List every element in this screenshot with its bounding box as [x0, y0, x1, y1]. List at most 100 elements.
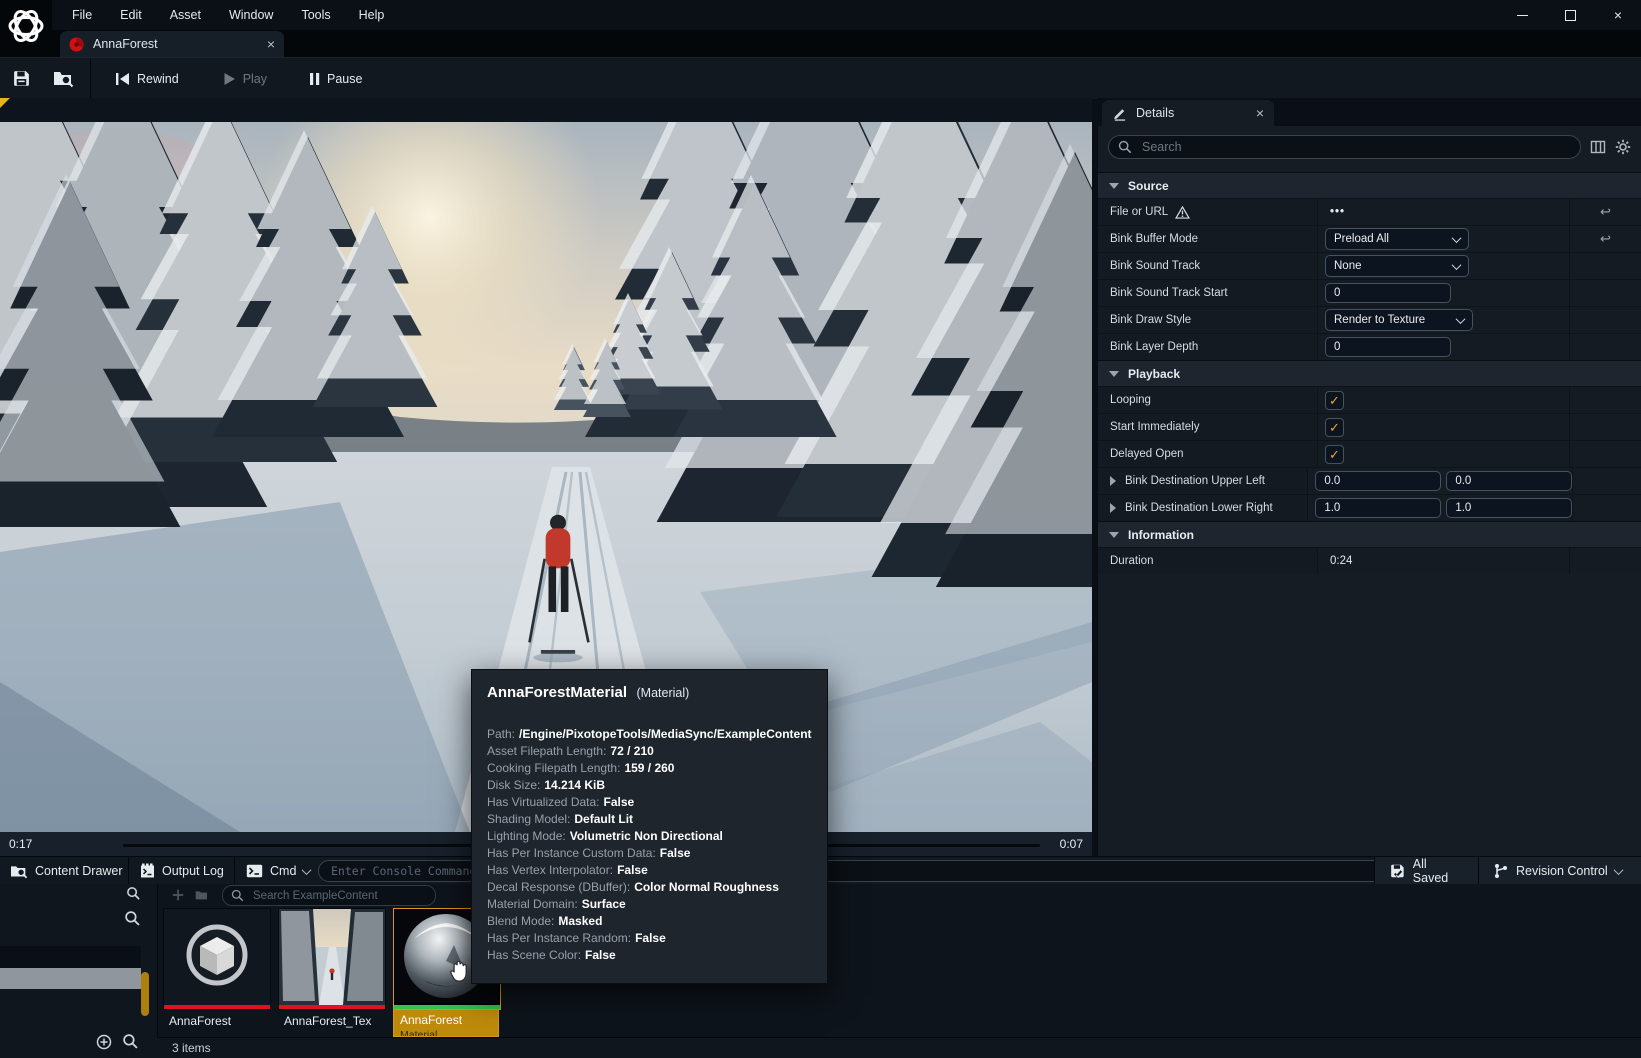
collapse-arrow-icon [1109, 183, 1119, 189]
content-browser-top-bar [157, 884, 1641, 906]
cmd-button[interactable]: Cmd [246, 857, 310, 885]
section-source[interactable]: Source [1098, 172, 1641, 198]
rewind-icon [115, 72, 130, 86]
tooltip-field: Has Scene Color:False [487, 947, 827, 964]
row-label: Bink Sound Track Start [1110, 287, 1228, 299]
row-label: Delayed Open [1110, 448, 1184, 460]
remaining-time: 0:07 [1060, 837, 1083, 851]
row-delayed-open: Delayed Open ✓ [1098, 440, 1641, 467]
section-playback[interactable]: Playback [1098, 360, 1641, 386]
browse-to-asset-button[interactable] [41, 58, 86, 99]
maximize-icon[interactable] [1561, 6, 1579, 24]
row-label: Start Immediately [1110, 421, 1199, 433]
tooltip-field: Has Vertex Interpolator:False [487, 862, 827, 879]
folder-search-icon [53, 69, 74, 88]
sound-track-dropdown[interactable]: None [1325, 255, 1469, 277]
folder-icon[interactable] [195, 888, 209, 902]
pause-icon [309, 72, 320, 86]
menu-help[interactable]: Help [345, 3, 399, 27]
asset-name: AnnaForest [394, 1010, 498, 1030]
search-icon [231, 889, 244, 902]
tab-details[interactable]: Details × [1102, 100, 1274, 126]
folder-tree-row[interactable] [0, 946, 141, 968]
revision-control-button[interactable]: Revision Control [1479, 857, 1641, 885]
menu-window[interactable]: Window [215, 3, 287, 27]
all-saved-button[interactable]: All Saved [1375, 857, 1479, 885]
title-bar: File Edit Asset Window Tools Help × [0, 0, 1641, 30]
details-tab-close-icon[interactable]: × [1256, 106, 1264, 120]
save-icon [12, 69, 31, 88]
chevron-down-icon [1613, 865, 1623, 875]
add-icon[interactable] [171, 888, 185, 902]
row-label: File or URL [1110, 206, 1168, 218]
search-icon[interactable] [122, 1033, 139, 1050]
tooltip-field: Lighting Mode:Volumetric Non Directional [487, 828, 827, 845]
menu-file[interactable]: File [58, 3, 106, 27]
search-icon[interactable] [126, 886, 141, 901]
tooltip-field: Disk Size:14.214 KiB [487, 777, 827, 794]
elapsed-time: 0:17 [9, 837, 32, 851]
asset-type-strip [394, 1005, 500, 1009]
tooltip-field: Path:/Engine/PixotopeTools/MediaSync/Exa… [487, 726, 827, 743]
items-count: 3 items [172, 1041, 211, 1055]
draw-style-dropdown[interactable]: Render to Texture [1325, 309, 1473, 331]
minimize-icon[interactable] [1513, 6, 1531, 24]
pause-button[interactable]: Pause [297, 58, 374, 99]
tab-close-icon[interactable]: × [267, 37, 275, 51]
asset-type-strip [279, 1005, 385, 1009]
row-label: Looping [1110, 394, 1151, 406]
cmd-icon [246, 864, 263, 878]
asset-type-strip [164, 1005, 270, 1009]
content-drawer-button[interactable]: Content Drawer [10, 857, 123, 885]
expand-arrow-icon[interactable] [1110, 476, 1116, 486]
play-button[interactable]: Play [211, 58, 279, 99]
dest-upper-left-x-input[interactable] [1315, 471, 1441, 491]
tooltip-field: Cooking Filepath Length:159 / 260 [487, 760, 827, 777]
asset-tile-annaforest-media[interactable]: AnnaForest [163, 908, 269, 1037]
details-search-input-wrap[interactable] [1108, 135, 1581, 159]
close-icon[interactable]: × [1609, 6, 1627, 24]
chevron-down-icon [302, 865, 312, 875]
settings-gear-icon[interactable] [1615, 139, 1631, 155]
sidebar-scrollbar[interactable] [141, 972, 149, 1016]
hand-cursor-icon [449, 958, 473, 984]
dest-upper-left-y-input[interactable] [1446, 471, 1572, 491]
menu-asset[interactable]: Asset [156, 3, 215, 27]
add-circle-icon[interactable] [96, 1034, 112, 1050]
expand-arrow-icon[interactable] [1110, 503, 1116, 513]
display-filter-icon[interactable] [1590, 139, 1606, 155]
row-label: Duration [1110, 555, 1153, 567]
menu-edit[interactable]: Edit [106, 3, 156, 27]
play-icon [223, 72, 236, 86]
details-search-input[interactable] [1140, 139, 1571, 155]
section-information[interactable]: Information [1098, 521, 1641, 547]
looping-checkbox[interactable]: ✓ [1325, 391, 1344, 410]
content-browser-search-wrap[interactable] [222, 885, 436, 906]
tooltip-field: Decal Response (DBuffer):Color Normal Ro… [487, 879, 827, 896]
search-icon[interactable] [124, 910, 141, 927]
tooltip-field: Blend Mode:Masked [487, 913, 827, 930]
tab-annaforest[interactable]: AnnaForest × [60, 31, 284, 57]
texture-thumbnail [279, 909, 385, 1005]
chevron-down-icon [1452, 260, 1462, 270]
folder-tree-row-selected[interactable] [0, 968, 141, 989]
save-button[interactable] [0, 58, 41, 99]
rewind-button[interactable]: Rewind [103, 58, 191, 99]
file-url-value[interactable]: ••• [1325, 206, 1345, 218]
buffer-mode-dropdown[interactable]: Preload All [1325, 228, 1469, 250]
reset-arrow-icon[interactable]: ↩ [1600, 204, 1611, 220]
sound-track-start-input[interactable] [1325, 283, 1451, 303]
cube-icon [164, 909, 270, 1005]
asset-tile-annaforest-tex[interactable]: AnnaForest_Tex [278, 908, 384, 1037]
tooltip-field: Material Domain:Surface [487, 896, 827, 913]
dest-lower-right-x-input[interactable] [1315, 498, 1441, 518]
layer-depth-input[interactable] [1325, 337, 1451, 357]
menu-tools[interactable]: Tools [287, 3, 344, 27]
window-controls: × [1513, 6, 1627, 24]
delayed-open-checkbox[interactable]: ✓ [1325, 445, 1344, 464]
content-browser-search-input[interactable] [251, 889, 427, 903]
start-immediately-checkbox[interactable]: ✓ [1325, 418, 1344, 437]
output-log-button[interactable]: Output Log [140, 857, 224, 885]
dest-lower-right-y-input[interactable] [1446, 498, 1572, 518]
reset-arrow-icon[interactable]: ↩ [1600, 231, 1611, 247]
